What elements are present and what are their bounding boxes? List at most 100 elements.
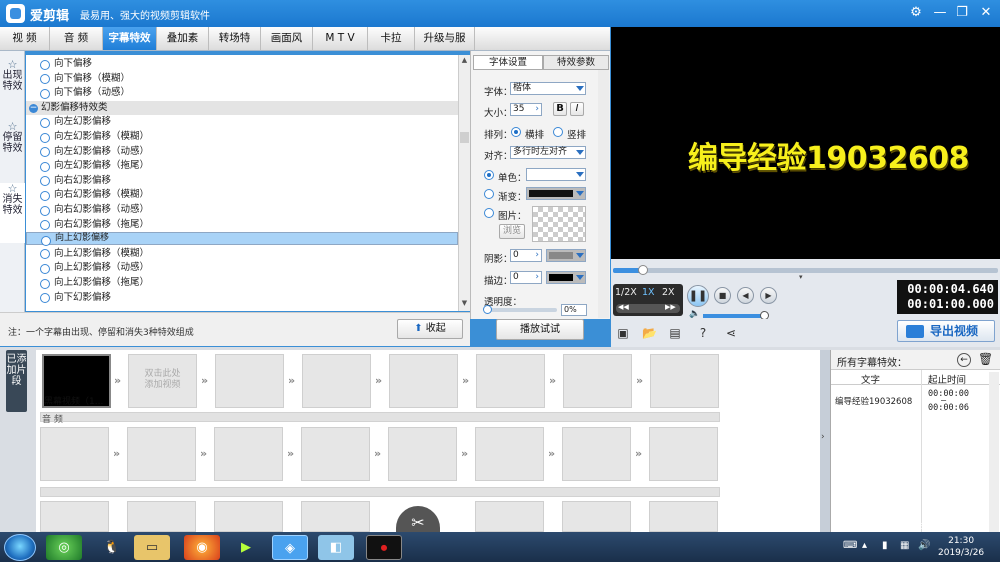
save-icon[interactable]: ▤ bbox=[668, 326, 682, 340]
empty-slot[interactable] bbox=[475, 427, 544, 481]
effect-item[interactable]: 向左幻影偏移（拖尾） bbox=[26, 159, 458, 174]
effect-item[interactable]: 向右幻影偏移（模糊） bbox=[26, 188, 458, 203]
single-color-radio[interactable] bbox=[484, 170, 494, 180]
bold-button[interactable]: B bbox=[553, 102, 567, 116]
effect-item[interactable]: 向右幻影偏移（动感） bbox=[26, 203, 458, 218]
effect-radio[interactable] bbox=[40, 132, 50, 143]
align-select[interactable]: 多行时左对齐 bbox=[510, 146, 586, 159]
taskbar-aijianji-icon[interactable]: ◈ bbox=[272, 535, 308, 560]
image-radio[interactable] bbox=[484, 208, 494, 218]
effect-item[interactable]: 向右幻影偏移（拖尾） bbox=[26, 218, 458, 233]
empty-slot[interactable] bbox=[215, 354, 284, 408]
effect-radio[interactable] bbox=[40, 293, 50, 304]
taskbar-firefox-icon[interactable]: ◉ bbox=[184, 535, 220, 560]
taskbar-video-player-icon[interactable]: ▶ bbox=[228, 535, 264, 560]
arrange-vertical-radio[interactable] bbox=[553, 127, 563, 137]
tray-expand-icon[interactable]: ▴ bbox=[862, 540, 867, 551]
empty-slot[interactable] bbox=[562, 427, 631, 481]
speed-1x[interactable]: 1X bbox=[642, 287, 655, 298]
open-folder-icon[interactable]: 📂 bbox=[642, 326, 657, 340]
taskbar-explorer-icon[interactable]: ▭ bbox=[134, 535, 170, 560]
empty-slot[interactable] bbox=[127, 501, 196, 532]
battery-icon[interactable]: ▮ bbox=[882, 540, 888, 551]
keyboard-icon[interactable]: ⌨ bbox=[843, 540, 857, 551]
pause-button[interactable]: ❚❚ bbox=[687, 285, 709, 307]
tab-transition[interactable]: 转场特效 bbox=[209, 27, 261, 67]
effect-radio[interactable] bbox=[40, 249, 50, 260]
opacity-slider[interactable] bbox=[483, 305, 557, 314]
settings-icon[interactable]: ⚙ bbox=[906, 4, 926, 22]
tab-subtitle-effects[interactable]: 字幕特效 bbox=[103, 27, 157, 50]
effect-radio[interactable] bbox=[40, 74, 50, 85]
taskbar-record-icon[interactable]: ⏺ bbox=[366, 535, 402, 560]
effect-item[interactable]: 向右幻影偏移 bbox=[26, 174, 458, 189]
empty-slot[interactable] bbox=[40, 427, 109, 481]
gradient-picker[interactable] bbox=[526, 187, 586, 200]
font-select[interactable]: 楷体 bbox=[510, 82, 586, 95]
empty-slot[interactable] bbox=[40, 501, 109, 532]
empty-slot[interactable] bbox=[214, 501, 283, 532]
taskbar-window-icon[interactable]: ◧ bbox=[318, 535, 354, 560]
play-test-button[interactable]: 播放试试 bbox=[496, 319, 584, 340]
effect-item[interactable]: 向左幻影偏移（模糊） bbox=[26, 130, 458, 145]
side-tab-appear[interactable]: ☆ 出现特效 bbox=[0, 59, 25, 119]
effect-radio[interactable] bbox=[40, 220, 50, 231]
scroll-up-icon[interactable]: ▲ bbox=[459, 56, 470, 67]
empty-slot[interactable] bbox=[476, 354, 545, 408]
side-tab-disappear[interactable]: ☆ 消失特效 bbox=[0, 183, 25, 243]
empty-slot[interactable] bbox=[127, 427, 196, 481]
taskbar-qq-icon[interactable]: 🐧 bbox=[94, 535, 130, 560]
effect-item[interactable]: 向下幻影偏移 bbox=[26, 291, 458, 306]
effect-radio[interactable] bbox=[40, 205, 50, 216]
effect-item[interactable]: 向下偏移（模糊） bbox=[26, 72, 458, 87]
empty-slot[interactable] bbox=[563, 354, 632, 408]
gradient-radio[interactable] bbox=[484, 189, 494, 199]
taskbar-app-360-icon[interactable]: ◎ bbox=[46, 535, 82, 560]
help-icon[interactable]: ? bbox=[696, 326, 710, 340]
empty-slot[interactable] bbox=[650, 354, 719, 408]
rewind-icon[interactable]: ◀◀ bbox=[618, 303, 629, 311]
effect-item[interactable]: 向下偏移 bbox=[26, 57, 458, 72]
back-icon[interactable]: ← bbox=[957, 353, 971, 367]
collapse-icon[interactable]: − bbox=[29, 103, 38, 113]
progress-slider[interactable] bbox=[613, 265, 998, 275]
add-video-slot[interactable]: 双击此处添加视频 bbox=[128, 354, 197, 408]
empty-slot[interactable] bbox=[214, 427, 283, 481]
opacity-slider-knob[interactable] bbox=[483, 305, 492, 314]
effect-item[interactable]: 向上幻影偏移（拖尾） bbox=[26, 276, 458, 291]
empty-slot[interactable] bbox=[388, 427, 457, 481]
prev-frame-button[interactable]: ◀ bbox=[737, 287, 754, 304]
browse-button[interactable]: 浏览 bbox=[499, 224, 525, 239]
shadow-color-picker[interactable] bbox=[546, 249, 586, 262]
progress-knob[interactable] bbox=[638, 265, 648, 275]
export-video-button[interactable]: 导出视频 bbox=[897, 320, 995, 342]
speed-half[interactable]: 1/2X bbox=[615, 287, 637, 298]
share-icon[interactable]: ⋖ bbox=[724, 326, 738, 340]
side-tab-stay[interactable]: ☆ 停留特效 bbox=[0, 121, 25, 181]
chevron-down-icon[interactable]: ▾ bbox=[799, 273, 803, 281]
effect-item[interactable]: 向上幻影偏移（动感） bbox=[26, 261, 458, 276]
empty-slot[interactable] bbox=[302, 354, 371, 408]
fast-forward-icon[interactable]: ▶▶ bbox=[665, 303, 676, 311]
taskbar-clock[interactable]: 21:30 2019/3/26 bbox=[938, 535, 984, 559]
effect-radio[interactable] bbox=[41, 235, 51, 246]
size-input[interactable]: 35 › bbox=[510, 103, 542, 116]
opacity-value[interactable]: 0% bbox=[561, 304, 587, 316]
stop-button[interactable]: ■ bbox=[714, 287, 731, 304]
tab-video[interactable]: 视 频 bbox=[0, 27, 50, 50]
effect-row-text[interactable]: 编导经验19032608 bbox=[835, 395, 912, 407]
effect-radio[interactable] bbox=[40, 161, 50, 172]
network-icon[interactable]: ▦ bbox=[900, 540, 909, 551]
effect-radio[interactable] bbox=[40, 117, 50, 128]
empty-slot[interactable] bbox=[389, 354, 458, 408]
effect-item[interactable]: 向上幻影偏移（模糊） bbox=[26, 247, 458, 262]
effect-item[interactable]: 向下偏移（动感） bbox=[26, 86, 458, 101]
tab-overlay[interactable]: 叠加素材 bbox=[157, 27, 209, 67]
scroll-thumb[interactable] bbox=[460, 132, 469, 143]
scroll-down-icon[interactable]: ▼ bbox=[459, 299, 470, 310]
trash-icon[interactable]: 🗑 bbox=[978, 352, 993, 366]
empty-slot[interactable] bbox=[301, 501, 370, 532]
volume-slider[interactable] bbox=[703, 311, 769, 320]
effects-list-scrollbar[interactable]: ▲ ▼ bbox=[458, 55, 470, 311]
start-button[interactable] bbox=[4, 534, 36, 561]
